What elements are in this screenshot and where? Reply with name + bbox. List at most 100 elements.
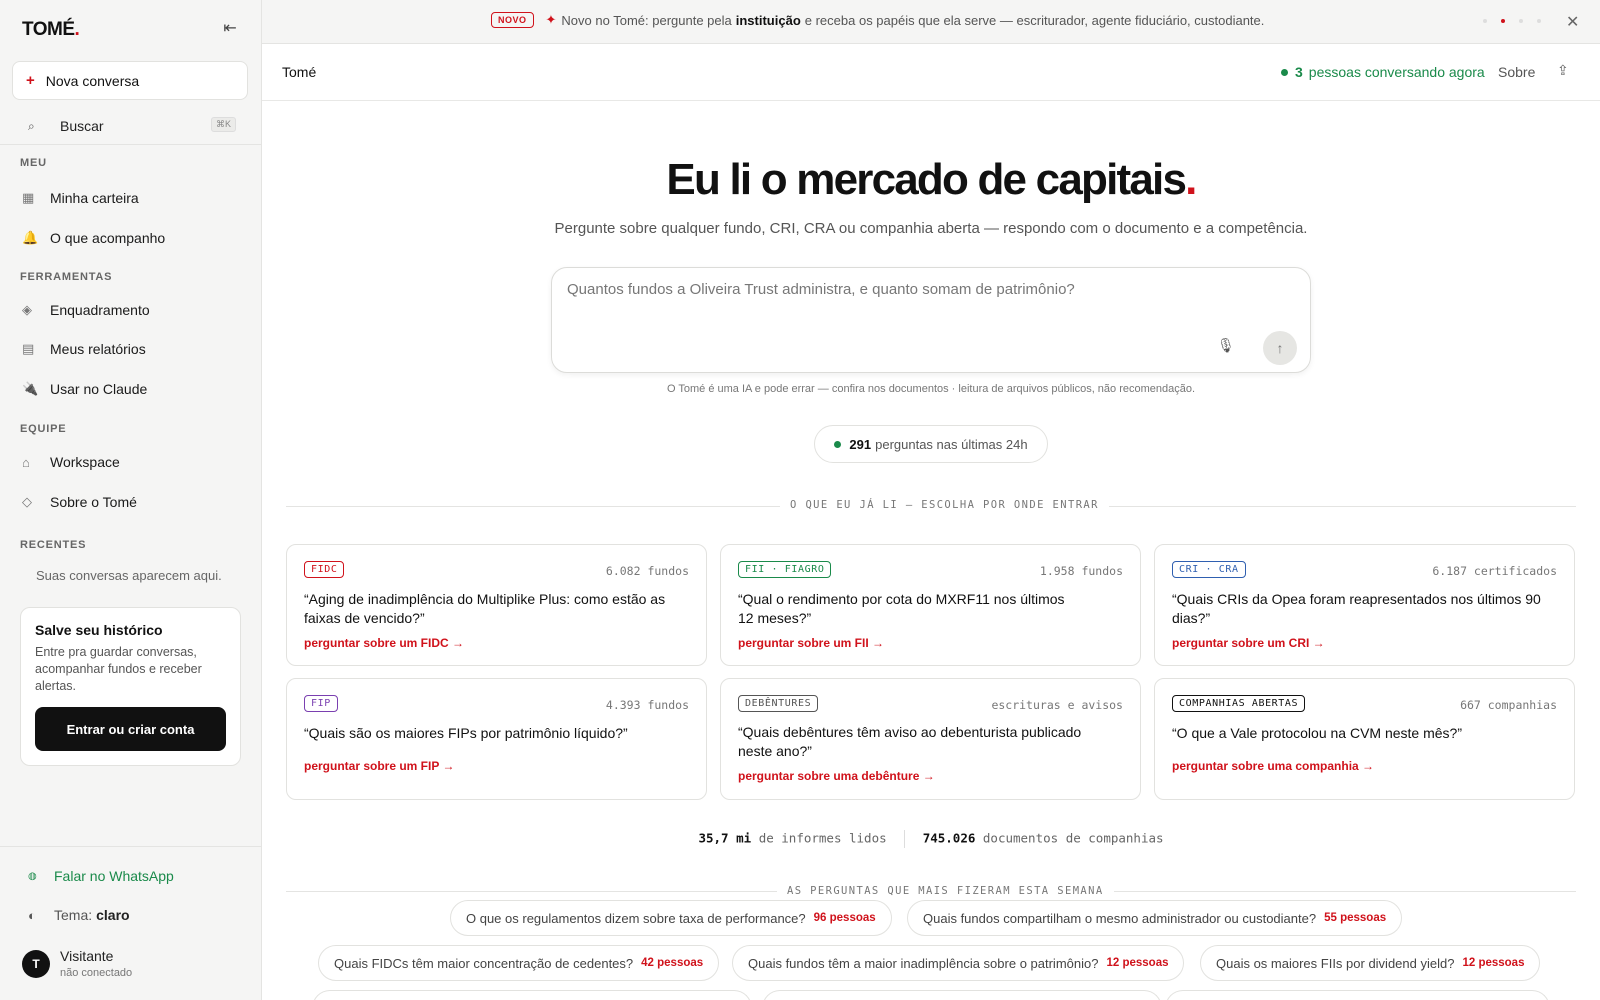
category-card-companhias[interactable]: COMPANHIAS ABERTAS 667 companhias “O que… — [1154, 678, 1575, 800]
announcement-banner: NOVO ✦ Novo no Tomé: pergunte pela insti… — [262, 0, 1600, 44]
recent-empty-text: Suas conversas aparecem aqui. — [36, 568, 222, 583]
banner-text-after: e receba os papéis que ela serve — escri… — [804, 12, 1265, 28]
category-card-fidc[interactable]: FIDC 6.082 fundos “Aging de inadimplênci… — [286, 544, 707, 666]
whatsapp-link[interactable]: ◍ Falar no WhatsApp — [28, 868, 174, 884]
status-dot — [834, 440, 842, 448]
send-button[interactable]: ↑ — [1263, 331, 1297, 365]
category-tag: CRI · CRA — [1172, 561, 1246, 578]
category-card-fip[interactable]: FIP 4.393 fundos “Quais são os maiores F… — [286, 678, 707, 800]
reading-totals: 35,7 mi de informes lidos 745.026 docume… — [262, 830, 1600, 848]
chip-count: 12 pessoas — [1106, 957, 1169, 969]
category-count: 667 companhias — [1460, 698, 1557, 712]
category-count: 1.958 fundos — [1039, 564, 1123, 578]
pagination-dot-active[interactable] — [1501, 19, 1505, 23]
online-text: pessoas conversando agora — [1308, 64, 1485, 80]
ask-link[interactable]: perguntar sobre uma companhia → — [1172, 759, 1374, 773]
sidebar-item-label: O que acompanho — [50, 230, 166, 246]
sidebar-item-label: Minha carteira — [50, 190, 139, 206]
hero-subtitle: Pergunte sobre qualquer fundo, CRI, CRA … — [554, 220, 1308, 237]
popular-question-chip-partial[interactable] — [312, 990, 752, 1000]
example-question: “Qual o rendimento por cota do MXRF11 no… — [738, 591, 1065, 626]
question-input[interactable]: Quantos fundos a Oliveira Trust administ… — [551, 267, 1311, 373]
collapse-sidebar-icon[interactable]: ⇤ — [219, 18, 241, 40]
whatsapp-icon: ◍ — [28, 870, 37, 882]
share-icon[interactable]: ⇪ — [1557, 62, 1569, 79]
sparkle-icon: ✦ — [545, 12, 557, 27]
category-tag: COMPANHIAS ABERTAS — [1172, 695, 1306, 712]
sidebar-item-o-que-acompanho[interactable]: 🔔 O que acompanho — [12, 221, 248, 255]
ask-link[interactable]: perguntar sobre um FII → — [738, 636, 884, 650]
chip-count: 96 pessoas — [813, 912, 876, 924]
section-equipe: EQUIPE — [20, 423, 67, 435]
chip-question: O que os regulamentos dizem sobre taxa d… — [466, 910, 806, 926]
popular-question-chip[interactable]: Quais os maiores FIIs por dividend yield… — [1200, 945, 1541, 981]
login-button[interactable]: Entrar ou criar conta — [35, 707, 226, 751]
page-title: Tomé — [282, 64, 317, 80]
microphone-icon[interactable]: 🎙 — [1217, 337, 1235, 354]
home-icon: ⌂ — [22, 454, 30, 470]
sidebar-item-label: Meus relatórios — [50, 341, 146, 357]
category-tag: FII · FIAGRO — [738, 561, 832, 578]
theme-toggle[interactable]: ◐ Tema: claro — [28, 907, 130, 923]
user-profile[interactable]: T Visitante não conectado — [22, 948, 132, 979]
category-card-fii[interactable]: FII · FIAGRO 1.958 fundos “Qual o rendim… — [720, 544, 1141, 666]
category-card-debentures[interactable]: DEBÊNTURES escrituras e avisos “Quais de… — [720, 678, 1141, 800]
user-status: não conectado — [60, 967, 133, 979]
example-question: “Aging de inadimplência do Multiplike Pl… — [304, 591, 666, 626]
about-link[interactable]: Sobre — [1498, 64, 1535, 80]
top-header: Tomé 3 pessoas conversando agora Sobre ⇪ — [262, 44, 1600, 101]
sidebar-item-meus-relatorios[interactable]: ▤ Meus relatórios — [12, 332, 248, 366]
save-history-card: Salve seu histórico Entre pra guardar co… — [20, 607, 241, 766]
arrow-up-icon: ↑ — [1276, 340, 1284, 356]
sidebar-item-label: Sobre o Tomé — [50, 494, 137, 510]
pagination-dot[interactable] — [1483, 19, 1487, 23]
popular-question-chip[interactable]: Quais FIDCs têm maior concentração de ce… — [318, 945, 720, 981]
question-placeholder: Quantos fundos a Oliveira Trust administ… — [567, 281, 1075, 298]
popular-question-chip-partial[interactable] — [762, 990, 1162, 1000]
search-label: Buscar — [60, 118, 104, 134]
pagination-dot[interactable] — [1537, 19, 1541, 23]
sidebar-item-enquadramento[interactable]: ◈ Enquadramento — [12, 293, 248, 327]
search-button[interactable]: ⌕ Buscar ⌘K — [12, 114, 248, 138]
category-tag: FIDC — [304, 561, 345, 578]
grid-icon: ▦ — [22, 190, 35, 205]
category-card-cri[interactable]: CRI · CRA 6.187 certificados “Quais CRIs… — [1154, 544, 1575, 666]
banner-text-bold: instituição — [735, 12, 801, 28]
logo[interactable]: TOMÉ. — [22, 19, 80, 41]
category-count: 6.187 certificados — [1432, 564, 1557, 578]
new-chat-button[interactable]: + Nova conversa — [12, 61, 248, 100]
category-count: 6.082 fundos — [605, 564, 689, 578]
example-question: “Quais são os maiores FIPs por patrimôni… — [304, 725, 628, 741]
popular-question-chip[interactable]: O que os regulamentos dizem sobre taxa d… — [450, 900, 892, 936]
sidebar-item-minha-carteira[interactable]: ▦ Minha carteira — [12, 181, 248, 215]
user-name: Visitante — [60, 948, 114, 964]
stat-text: perguntas nas últimas 24h — [875, 436, 1028, 452]
chip-count: 42 pessoas — [641, 957, 704, 969]
banner-pagination — [1483, 19, 1555, 23]
ask-link[interactable]: perguntar sobre um FIDC → — [304, 636, 464, 650]
banner-text-before: Novo no Tomé: pergunte pela — [561, 12, 732, 28]
popular-question-chip[interactable]: Quais fundos compartilham o mesmo admini… — [907, 900, 1403, 936]
questions-stat: 291 perguntas nas últimas 24h — [814, 425, 1048, 463]
ask-link[interactable]: perguntar sobre um CRI → — [1172, 636, 1325, 650]
sidebar-item-label: Enquadramento — [50, 302, 150, 318]
divider — [904, 830, 906, 848]
sidebar-item-workspace[interactable]: ⌂ Workspace — [12, 445, 248, 479]
catalog-heading: O QUE EU JÁ LI — ESCOLHA POR ONDE ENTRAR — [780, 499, 1109, 511]
total-value: 35,7 mi — [698, 830, 752, 846]
close-icon[interactable]: ✕ — [1566, 12, 1579, 32]
section-recentes: RECENTES — [20, 539, 87, 551]
popular-question-chip[interactable]: Quais fundos têm a maior inadimplência s… — [732, 945, 1185, 981]
pagination-dot[interactable] — [1519, 19, 1523, 23]
total-label: de informes lidos — [758, 830, 887, 846]
popular-question-chip-partial[interactable] — [1165, 990, 1550, 1000]
sidebar-item-sobre-o-tome[interactable]: ◇ Sobre o Tomé — [12, 485, 248, 519]
example-question: “Quais debêntures têm aviso ao debenturi… — [738, 724, 1082, 759]
sidebar-item-usar-no-claude[interactable]: 🔌 Usar no Claude — [12, 372, 248, 406]
search-icon: ⌕ — [28, 118, 35, 133]
ask-link[interactable]: perguntar sobre um FIP → — [304, 759, 454, 773]
ask-link[interactable]: perguntar sobre uma debênture → — [738, 769, 935, 783]
sidebar-item-label: Workspace — [50, 454, 120, 470]
save-card-text: Entre pra guardar conversas, acompanhar … — [35, 645, 202, 693]
chip-count: 12 pessoas — [1462, 957, 1525, 969]
